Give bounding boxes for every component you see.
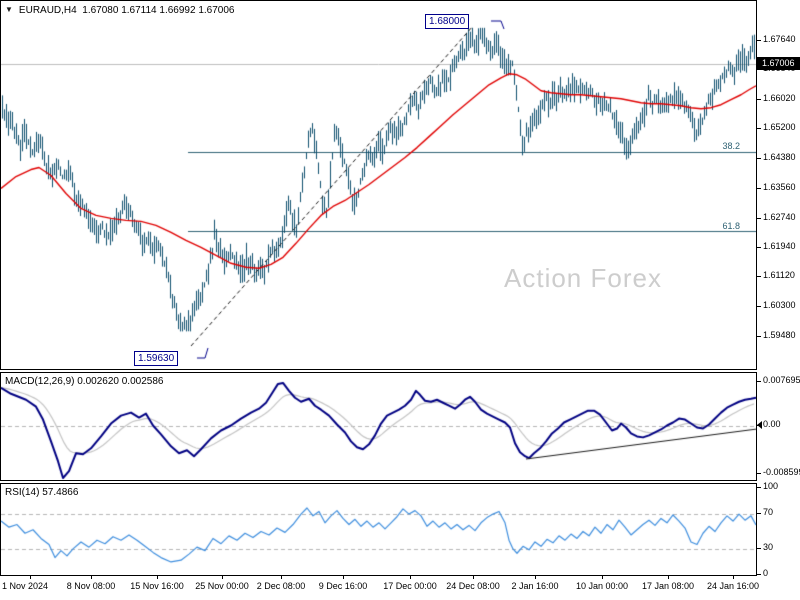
time-axis-label: 17 Dec 00:00: [383, 581, 437, 591]
macd-plot[interactable]: [1, 373, 756, 480]
macd-axis-label: 0.007695: [763, 375, 800, 385]
price-axis-label: 1.63560: [763, 182, 796, 192]
fib-61-label: 61.8: [722, 221, 740, 231]
time-axis-label: 25 Nov 00:00: [195, 581, 249, 591]
symbol-header: ▼ EURAUD,H4 1.67080 1.67114 1.66992 1.670…: [5, 5, 234, 16]
price-axis-label: 1.60300: [763, 300, 796, 310]
axis-tick: [757, 188, 761, 189]
axis-tick: [757, 513, 761, 514]
axis-tick: [757, 218, 761, 219]
axis-tick: [757, 276, 761, 277]
rsi-axis-label: 70: [763, 507, 774, 517]
price-axis-label: 1.66020: [763, 93, 796, 103]
time-axis-tick: [91, 576, 92, 579]
macd-panel: MACD(12,26,9) 0.002620 0.002586: [0, 372, 757, 481]
price-axis-label: 1.59480: [763, 330, 796, 340]
time-axis-label: 17 Jan 08:00: [641, 581, 695, 591]
macd-title: MACD(12,26,9) 0.002620 0.002586: [5, 376, 164, 387]
axis-tick: [757, 306, 761, 307]
axis-tick: [757, 574, 761, 575]
rsi-title: RSI(14) 57.4866: [5, 487, 79, 498]
rsi-plot[interactable]: [1, 484, 756, 575]
rsi-axis-label: 30: [763, 542, 774, 552]
macd-axis-label: 0.00: [763, 419, 781, 429]
axis-tick: [757, 381, 761, 382]
time-axis-tick: [281, 576, 282, 579]
time-axis-label: 24 Dec 08:00: [446, 581, 500, 591]
time-axis-tick: [602, 576, 603, 579]
price-axis-label: 1.67640: [763, 34, 796, 44]
time-axis-label: 24 Jan 16:00: [706, 581, 760, 591]
axis-tick: [757, 99, 761, 100]
high-annotation-label[interactable]: 1.68000: [425, 14, 470, 29]
time-axis-label: 8 Nov 08:00: [66, 581, 116, 591]
axis-tick: [757, 473, 761, 474]
time-axis-label: 10 Jan 00:00: [575, 581, 629, 591]
rsi-axis-label: 100: [763, 481, 779, 491]
ohlc-readout: 1.67080 1.67114 1.66992 1.67006: [82, 5, 235, 16]
fib-38-label: 38.2: [722, 141, 740, 151]
time-axis-tick: [668, 576, 669, 579]
low-annotation-label[interactable]: 1.59630: [134, 351, 179, 366]
symbol-dropdown-icon[interactable]: ▼: [5, 5, 13, 14]
rsi-panel: RSI(14) 57.4866: [0, 483, 757, 576]
time-axis-tick: [157, 576, 158, 579]
rsi-axis-label: 0: [763, 568, 769, 578]
time-axis-label: 2 Jan 16:00: [511, 581, 559, 591]
price-axis-label: 1.62740: [763, 212, 796, 222]
axis-tick: [757, 40, 761, 41]
macd-zero-marker: [757, 421, 762, 429]
main-price-plot[interactable]: [1, 1, 756, 369]
current-price-tag: 1.67006: [757, 57, 800, 70]
time-axis-tick: [473, 576, 474, 579]
axis-tick: [757, 128, 761, 129]
axis-tick: [757, 158, 761, 159]
price-axis-label: 1.65200: [763, 122, 796, 132]
time-axis[interactable]: 1 Nov 2024 8 Nov 08:00 15 Nov 16:00 25 Nov …: [0, 576, 760, 600]
price-axis-label: 1.64380: [763, 152, 796, 162]
time-axis-tick: [535, 576, 536, 579]
time-axis-tick: [733, 576, 734, 579]
watermark: Action Forex: [504, 263, 662, 293]
axis-tick: [757, 487, 761, 488]
time-axis-label: 9 Dec 16:00: [318, 581, 368, 591]
macd-axis-label: -0.008599: [763, 467, 800, 477]
price-axis-label: 1.61940: [763, 241, 796, 251]
chart-window: ▼ EURAUD,H4 1.67080 1.67114 1.66992 1.670…: [0, 0, 800, 600]
axis-tick: [757, 548, 761, 549]
time-axis-label: 2 Dec 08:00: [256, 581, 306, 591]
time-axis-label: 15 Nov 16:00: [130, 581, 184, 591]
price-axis-label: 1.61120: [763, 270, 795, 280]
symbol-timeframe: EURAUD,H4: [18, 5, 77, 16]
price-axis[interactable]: 1.67006 1.676401.668401.660201.652001.64…: [757, 0, 800, 600]
time-axis-tick: [410, 576, 411, 579]
main-price-panel: ▼ EURAUD,H4 1.67080 1.67114 1.66992 1.670…: [0, 0, 757, 370]
time-axis-tick: [343, 576, 344, 579]
time-axis-tick: [30, 576, 31, 579]
time-axis-label: 1 Nov 2024: [2, 581, 49, 591]
axis-tick: [757, 336, 761, 337]
time-axis-tick: [222, 576, 223, 579]
axis-tick: [757, 247, 761, 248]
